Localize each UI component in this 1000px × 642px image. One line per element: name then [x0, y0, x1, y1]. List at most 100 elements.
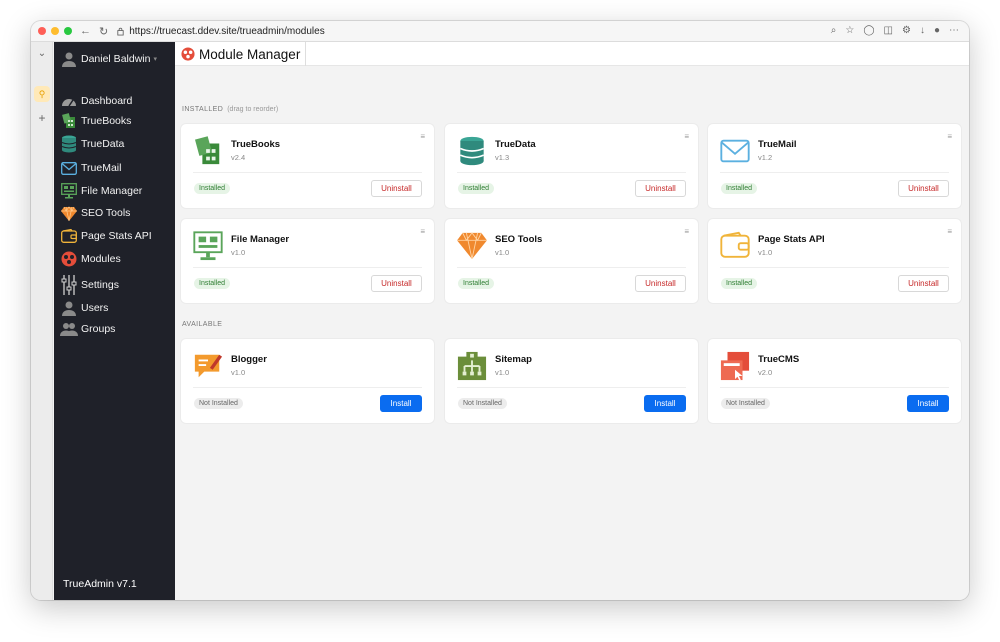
card-divider — [720, 387, 949, 388]
module-name: TrueMail — [758, 139, 797, 150]
module-card-truemail[interactable]: TrueMail v1.2 ≡ Installed Uninstall — [708, 124, 961, 208]
drag-handle-icon[interactable]: ≡ — [947, 227, 952, 236]
site-info-icon[interactable] — [116, 27, 125, 36]
card-divider — [457, 172, 686, 173]
browser-actions: ⌕ ☆ ◯ ◫ ⚙ ↓ ● ⋯ — [831, 25, 959, 36]
sidebar-item-label: SEO Tools — [81, 207, 131, 219]
active-tab-favicon-icon[interactable]: ⚲ — [34, 86, 50, 102]
zoom-icon[interactable]: ⌕ — [831, 25, 837, 36]
module-card-seo-tools[interactable]: SEO Tools v1.0 ≡ Installed Uninstall — [445, 219, 698, 303]
file-manager-icon — [193, 231, 223, 261]
drag-handle-icon[interactable]: ≡ — [420, 132, 425, 141]
install-button[interactable]: Install — [380, 395, 422, 412]
url-text[interactable]: https://truecast.ddev.site/trueadmin/mod… — [129, 26, 324, 37]
dashboard-icon — [60, 92, 78, 110]
page-title-tab: Module Manager — [175, 42, 307, 66]
module-card-truecms[interactable]: TrueCMS v2.0 Not Installed Install — [708, 339, 961, 423]
module-card-blogger[interactable]: Blogger v1.0 Not Installed Install — [181, 339, 434, 423]
sidebar-item-truebooks[interactable]: TrueBooks — [60, 111, 131, 131]
sidebar-item-truemail[interactable]: TrueMail — [60, 158, 121, 178]
modules-icon — [60, 250, 78, 268]
module-version: v2.4 — [231, 153, 246, 162]
status-badge: Installed — [458, 278, 495, 289]
sidebar-item-page-stats-api[interactable]: Page Stats API — [60, 226, 152, 246]
module-version: v1.0 — [231, 248, 246, 257]
new-tab-plus-icon[interactable]: + — [31, 111, 53, 125]
download-icon[interactable]: ↓ — [920, 25, 925, 36]
module-card-sitemap[interactable]: Sitemap v1.0 Not Installed Install — [445, 339, 698, 423]
modules-icon — [181, 47, 195, 61]
status-badge: Not Installed — [458, 398, 507, 409]
truebooks-icon — [193, 136, 223, 166]
uninstall-button[interactable]: Uninstall — [371, 275, 422, 292]
chevron-down-icon: ▾ — [153, 56, 157, 63]
uninstall-button[interactable]: Uninstall — [635, 275, 686, 292]
close-window-button[interactable] — [38, 27, 46, 35]
extensions-puzzle-icon[interactable]: ⚙ — [902, 25, 911, 36]
bookmark-star-icon[interactable]: ☆ — [845, 25, 854, 36]
truecms-icon — [720, 351, 750, 381]
status-badge: Installed — [458, 183, 495, 194]
module-card-file-manager[interactable]: File Manager v1.0 ≡ Installed Uninstall — [181, 219, 434, 303]
sidebar-item-label: Modules — [81, 253, 121, 265]
sidebar-item-dashboard[interactable]: Dashboard — [60, 91, 132, 111]
user-menu[interactable]: Daniel Baldwin ▾ — [60, 49, 157, 69]
uninstall-button[interactable]: Uninstall — [898, 180, 949, 197]
drag-handle-icon[interactable]: ≡ — [947, 132, 952, 141]
sitemap-icon — [457, 351, 487, 381]
main-content: Module Manager INSTALLED (drag to reorder… — [175, 42, 969, 600]
sidebar-item-users[interactable]: Users — [60, 298, 108, 318]
sidebar-item-label: Page Stats API — [81, 230, 152, 242]
mail-icon — [60, 159, 78, 177]
reload-icon[interactable]: ↻ — [99, 25, 108, 38]
sidebar-item-label: TrueMail — [81, 162, 122, 174]
minimize-window-button[interactable] — [51, 27, 59, 35]
module-card-truedata[interactable]: TrueData v1.3 ≡ Installed Uninstall — [445, 124, 698, 208]
install-button[interactable]: Install — [644, 395, 686, 412]
split-view-icon[interactable]: ◫ — [884, 25, 893, 36]
sidebar-item-truedata[interactable]: TrueData — [60, 134, 124, 154]
drag-handle-icon[interactable]: ≡ — [684, 132, 689, 141]
card-divider — [193, 387, 422, 388]
profile-icon[interactable]: ● — [934, 25, 940, 36]
module-name: File Manager — [231, 234, 290, 245]
sidebar-item-modules[interactable]: Modules — [60, 249, 121, 269]
more-menu-icon[interactable]: ⋯ — [949, 25, 959, 36]
card-divider — [193, 172, 422, 173]
sidebar: Daniel Baldwin ▾ Dashboard TrueBooks Tru… — [54, 42, 175, 600]
drag-handle-icon[interactable]: ≡ — [684, 227, 689, 236]
module-card-truebooks[interactable]: TrueBooks v2.4 ≡ Installed Uninstall — [181, 124, 434, 208]
status-badge: Not Installed — [721, 398, 770, 409]
card-divider — [720, 267, 949, 268]
module-card-page-stats-api[interactable]: Page Stats API v1.0 ≡ Installed Uninstal… — [708, 219, 961, 303]
mail-icon — [720, 136, 750, 166]
page-header: Module Manager — [175, 42, 969, 66]
user-name: Daniel Baldwin — [81, 53, 151, 65]
sidebar-item-file-manager[interactable]: File Manager — [60, 181, 142, 201]
card-divider — [193, 267, 422, 268]
sidebar-item-label: TrueData — [81, 138, 125, 150]
back-arrow-icon[interactable]: ← — [80, 25, 91, 37]
sidebar-item-groups[interactable]: Groups — [60, 319, 115, 339]
sidebar-item-label: TrueBooks — [81, 115, 132, 127]
uninstall-button[interactable]: Uninstall — [371, 180, 422, 197]
drag-handle-icon[interactable]: ≡ — [420, 227, 425, 236]
install-button[interactable]: Install — [907, 395, 949, 412]
module-version: v1.0 — [495, 368, 510, 377]
uninstall-button[interactable]: Uninstall — [635, 180, 686, 197]
collapse-chevron-icon[interactable]: ⌄ — [31, 48, 53, 59]
sidebar-item-seo-tools[interactable]: SEO Tools — [60, 203, 130, 223]
browser-window: ← ↻ https://truecast.ddev.site/trueadmin… — [31, 21, 969, 600]
status-badge: Installed — [194, 183, 231, 194]
module-name: TrueBooks — [231, 139, 281, 150]
zoom-window-button[interactable] — [64, 27, 72, 35]
module-version: v1.2 — [758, 153, 773, 162]
address-bar[interactable]: https://truecast.ddev.site/trueadmin/mod… — [116, 26, 325, 37]
uninstall-button[interactable]: Uninstall — [898, 275, 949, 292]
sidebar-item-label: Settings — [81, 279, 119, 291]
module-name: Blogger — [231, 354, 267, 365]
module-version: v1.0 — [758, 248, 773, 257]
module-version: v1.0 — [495, 248, 510, 257]
sidebar-item-settings[interactable]: Settings — [60, 273, 119, 297]
extension-icon[interactable]: ◯ — [863, 25, 874, 36]
